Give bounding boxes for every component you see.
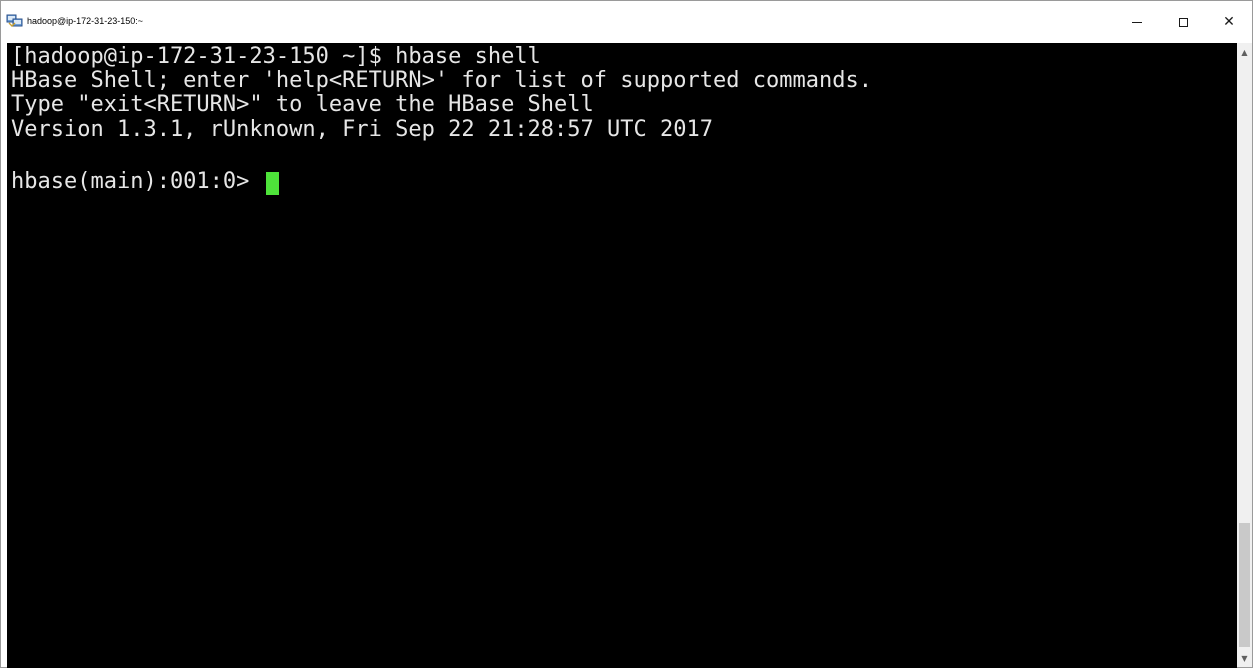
maximize-icon	[1178, 17, 1188, 27]
window-title: hadoop@ip-172-31-23-150:~	[27, 16, 143, 26]
shell-prompt: hbase(main):001:0>	[11, 169, 263, 194]
chevron-down-icon: ▼	[1241, 653, 1248, 663]
close-button[interactable]: ✕	[1206, 1, 1252, 43]
terminal-line: HBase Shell; enter 'help<RETURN>' for li…	[11, 68, 872, 93]
chevron-up-icon: ▲	[1241, 47, 1248, 57]
terminal-window: hadoop@ip-172-31-23-150:~ ✕ [hadoop@ip-1…	[0, 0, 1253, 668]
text-cursor	[265, 171, 279, 195]
scroll-down-button[interactable]: ▼	[1237, 649, 1252, 667]
minimize-button[interactable]	[1114, 1, 1160, 43]
scroll-up-button[interactable]: ▲	[1237, 43, 1252, 61]
prompt-line[interactable]: hbase(main):001:0>	[11, 169, 279, 195]
terminal-line: Version 1.3.1, rUnknown, Fri Sep 22 21:2…	[11, 117, 713, 142]
terminal-output[interactable]: [hadoop@ip-172-31-23-150 ~]$ hbase shell…	[7, 43, 1237, 668]
terminal-line: Type "exit<RETURN>" to leave the HBase S…	[11, 92, 594, 117]
vertical-scrollbar[interactable]: ▲ ▼	[1237, 43, 1252, 667]
putty-icon[interactable]	[6, 12, 24, 28]
scroll-thumb[interactable]	[1239, 523, 1250, 647]
title-bar[interactable]: hadoop@ip-172-31-23-150:~ ✕	[1, 1, 1252, 43]
maximize-button[interactable]	[1160, 1, 1206, 43]
minimize-icon	[1132, 21, 1142, 23]
terminal-line: [hadoop@ip-172-31-23-150 ~]$ hbase shell	[11, 44, 541, 69]
close-icon: ✕	[1223, 14, 1235, 30]
